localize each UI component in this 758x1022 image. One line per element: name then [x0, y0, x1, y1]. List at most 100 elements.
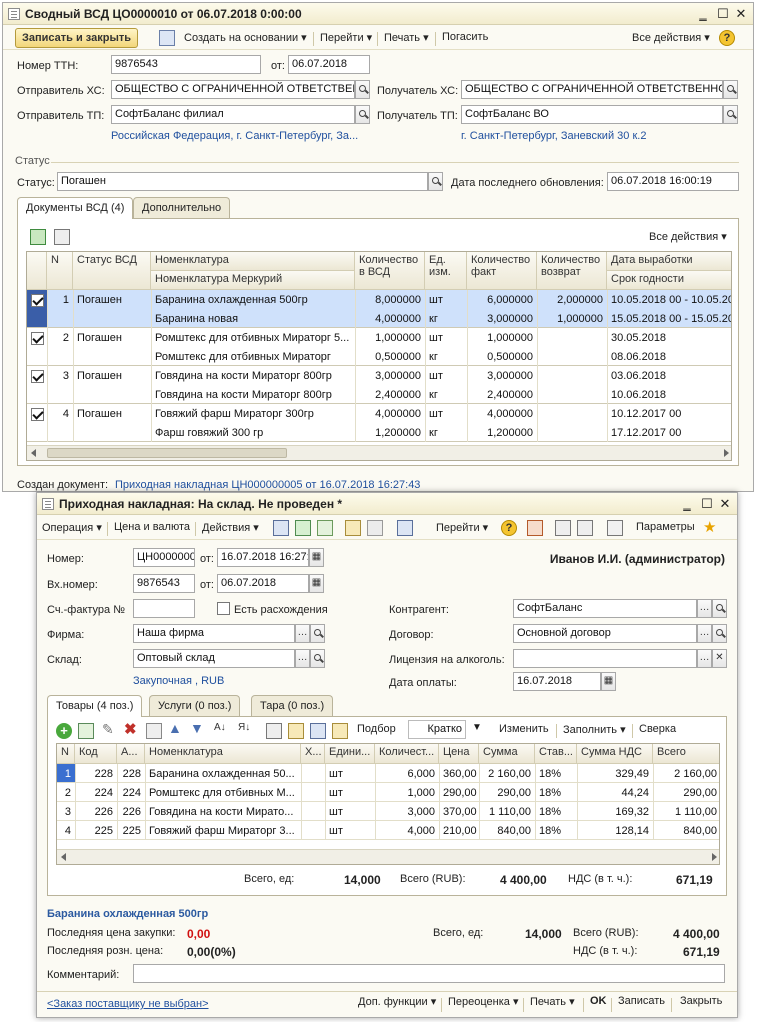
- sender-hs-field[interactable]: ОБЩЕСТВО С ОГРАНИЧЕННОЙ ОТВЕТСТВЕННОСТЬЮ: [111, 80, 355, 99]
- minimize-button[interactable]: ‗: [695, 6, 711, 22]
- col-date-prod[interactable]: Дата выработки: [607, 252, 731, 271]
- tab-documents[interactable]: Документы ВСД (4): [17, 197, 134, 219]
- print-menu[interactable]: Печать ▾: [381, 30, 432, 45]
- col-qty-vsd[interactable]: Количество в ВСД: [355, 252, 425, 290]
- col-x[interactable]: Х...: [301, 744, 325, 764]
- select-button[interactable]: Подбор: [354, 722, 399, 736]
- comment-field[interactable]: [133, 964, 725, 983]
- help-icon[interactable]: ?: [719, 30, 735, 46]
- col-art[interactable]: А...: [117, 744, 145, 764]
- tab-containers[interactable]: Тара (0 поз.): [251, 695, 334, 716]
- supplier-order-link[interactable]: <Заказ поставщику не выбран>: [47, 998, 209, 1010]
- col-expiry[interactable]: Срок годности: [607, 271, 731, 290]
- maximize-button[interactable]: ☐: [715, 6, 731, 22]
- move-down-icon[interactable]: ▼: [190, 720, 204, 736]
- paste-icon[interactable]: [288, 723, 304, 739]
- contractor-field[interactable]: СофтБаланс: [513, 599, 697, 618]
- col-nom[interactable]: Номенклатура: [145, 744, 301, 764]
- brief-field[interactable]: Кратко: [408, 720, 466, 739]
- col-nom[interactable]: Номенклатура: [151, 252, 355, 271]
- receiver-tp-search-icon[interactable]: [723, 105, 738, 124]
- sort-asc-icon[interactable]: А↓: [214, 722, 226, 733]
- maximize-button[interactable]: ☐: [699, 496, 715, 512]
- delete-doc-icon[interactable]: [367, 520, 383, 536]
- grid-all-actions-menu[interactable]: Все действия ▾: [646, 229, 730, 244]
- move-up-icon[interactable]: ▲: [168, 720, 182, 736]
- row-checkbox[interactable]: [31, 294, 44, 307]
- edit-icon[interactable]: ✎: [102, 721, 114, 738]
- status-search-icon[interactable]: [428, 172, 443, 191]
- col-sum[interactable]: Сумма: [479, 744, 535, 764]
- print-menu[interactable]: Печать ▾: [527, 994, 578, 1009]
- sender-address-link[interactable]: Российская Федерация, г. Санкт-Петербург…: [111, 130, 358, 142]
- refresh-icon[interactable]: [295, 520, 311, 536]
- warehouse-search-icon[interactable]: [310, 649, 325, 668]
- receiver-hs-field[interactable]: ОБЩЕСТВО С ОГРАНИЧЕННОЙ ОТВЕТСТВЕННОСТЬЮ: [461, 80, 723, 99]
- ok-button[interactable]: OK: [587, 994, 610, 1008]
- ttn-field[interactable]: 9876543: [111, 55, 261, 74]
- col-unit[interactable]: Ед. изм.: [425, 252, 467, 290]
- mark-icon[interactable]: [146, 723, 162, 739]
- save-icon[interactable]: [159, 30, 175, 46]
- tab-services[interactable]: Услуги (0 поз.): [149, 695, 241, 716]
- structure-icon[interactable]: [527, 520, 543, 536]
- sender-tp-search-icon[interactable]: [355, 105, 370, 124]
- cancel-action[interactable]: Погасить: [439, 30, 491, 44]
- firm-search-icon[interactable]: [310, 624, 325, 643]
- contract-search-icon[interactable]: [712, 624, 727, 643]
- warehouse-select-button[interactable]: …: [295, 649, 310, 668]
- print-icon[interactable]: [607, 520, 623, 536]
- row-checkbox[interactable]: [31, 332, 44, 345]
- save-close-button[interactable]: Записать и закрыть: [15, 28, 139, 48]
- uncheck-all-icon[interactable]: [54, 229, 70, 245]
- close-button[interactable]: ✕: [733, 6, 749, 22]
- favorite-star-icon[interactable]: ★: [703, 518, 716, 536]
- extra-functions-menu[interactable]: Доп. функции ▾: [355, 994, 439, 1009]
- add-icon[interactable]: +: [56, 723, 72, 739]
- load-rows-icon[interactable]: [332, 723, 348, 739]
- copy-row-icon[interactable]: [78, 723, 94, 739]
- col-unit[interactable]: Едини...: [325, 744, 375, 764]
- save-rows-icon[interactable]: [310, 723, 326, 739]
- contract-field[interactable]: Основной договор: [513, 624, 697, 643]
- parameters-button[interactable]: Параметры: [633, 520, 698, 534]
- close-form-button[interactable]: Закрыть: [677, 994, 725, 1008]
- create-based-menu[interactable]: Создать на основании ▾: [181, 30, 310, 45]
- tab-goods[interactable]: Товары (4 поз.): [47, 695, 143, 717]
- fill-menu[interactable]: Заполнить ▾: [560, 722, 629, 737]
- col-vat[interactable]: Сумма НДС: [577, 744, 653, 764]
- contract-select-button[interactable]: …: [697, 624, 712, 643]
- calendar-icon[interactable]: ▦: [309, 548, 324, 567]
- status-field[interactable]: Погашен: [57, 172, 428, 191]
- col-price[interactable]: Цена: [439, 744, 479, 764]
- check-button[interactable]: Сверка: [636, 722, 679, 736]
- reprice-menu[interactable]: Переоценка ▾: [445, 994, 522, 1009]
- brief-dropdown-icon[interactable]: ▼: [472, 722, 482, 733]
- tab-additional[interactable]: Дополнительно: [133, 197, 231, 218]
- discrepancy-checkbox[interactable]: [217, 602, 230, 615]
- firm-select-button[interactable]: …: [295, 624, 310, 643]
- row-checkbox[interactable]: [31, 370, 44, 383]
- actions-menu[interactable]: Действия ▾: [199, 520, 262, 535]
- copy-icon[interactable]: [317, 520, 333, 536]
- check-all-icon[interactable]: [30, 229, 46, 245]
- edit-doc-icon[interactable]: [345, 520, 361, 536]
- go-menu[interactable]: Перейти ▾: [317, 30, 375, 45]
- col-qty[interactable]: Количест...: [375, 744, 439, 764]
- sender-tp-field[interactable]: СофтБаланс филиал: [111, 105, 355, 124]
- pay-date-field[interactable]: 16.07.2018: [513, 672, 601, 691]
- date-field[interactable]: 16.07.2018 16:27:43: [217, 548, 309, 567]
- license-field[interactable]: [513, 649, 697, 668]
- calendar-icon[interactable]: ▦: [309, 574, 324, 593]
- horizontal-scrollbar[interactable]: [27, 445, 731, 460]
- help-icon[interactable]: ?: [501, 520, 517, 536]
- number-field[interactable]: ЦН000000005: [133, 548, 195, 567]
- contractor-select-button[interactable]: …: [697, 599, 712, 618]
- license-clear-icon[interactable]: ✕: [712, 649, 727, 668]
- col-qty-fact[interactable]: Количество факт: [467, 252, 537, 290]
- invoice-field[interactable]: [133, 599, 195, 618]
- contractor-search-icon[interactable]: [712, 599, 727, 618]
- operation-menu[interactable]: Операция ▾: [39, 520, 105, 535]
- receiver-tp-field[interactable]: СофтБаланс ВО: [461, 105, 723, 124]
- col-n[interactable]: N: [47, 252, 73, 290]
